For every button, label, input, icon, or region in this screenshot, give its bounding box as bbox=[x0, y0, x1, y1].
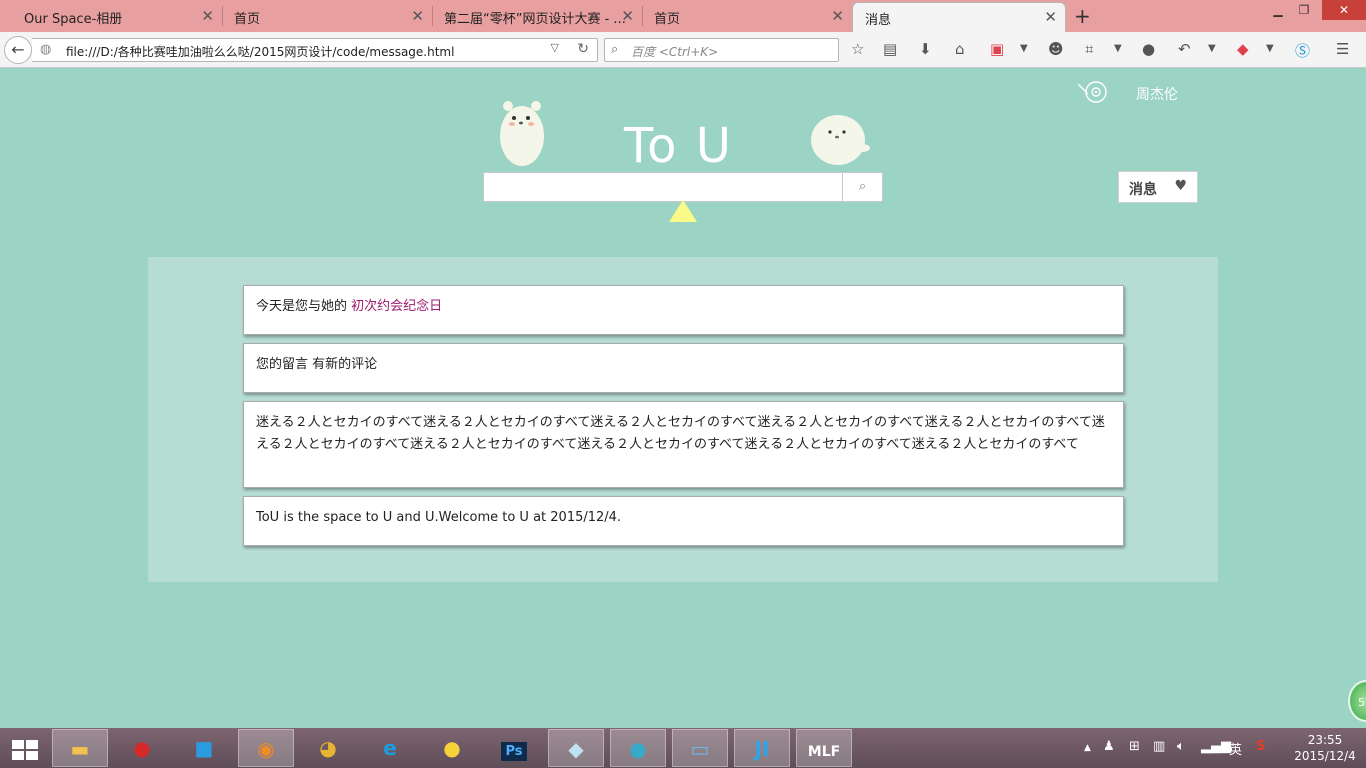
baofeng-icon[interactable]: ■ bbox=[176, 729, 232, 767]
close-icon[interactable]: ✕ bbox=[621, 7, 634, 25]
message-card[interactable]: 您的留言 有新的评论 bbox=[243, 343, 1124, 393]
reader-icon[interactable]: ▤ bbox=[883, 40, 897, 58]
internet-explorer-icon[interactable]: e bbox=[362, 729, 418, 767]
dropdown-icon[interactable]: ▽ bbox=[551, 41, 559, 54]
message-text: 今天是您与她的 bbox=[256, 299, 352, 314]
dropdown-icon[interactable]: ▼ bbox=[1020, 43, 1028, 54]
site-logo[interactable]: To U bbox=[624, 118, 733, 174]
tab-label: 消息 bbox=[865, 13, 892, 28]
message-highlight[interactable]: 初次约会纪念日 bbox=[351, 299, 442, 314]
message-text: ToU is the space to U and U.Welcome to U… bbox=[256, 510, 622, 525]
file-explorer-icon[interactable]: ▬ bbox=[52, 729, 108, 767]
restore-button[interactable]: ❐ bbox=[1292, 0, 1316, 20]
star-icon[interactable]: ☆ bbox=[851, 40, 864, 58]
windows-taskbar: ▬ ● ■ ◉ ◕ e ● Ps ◆ ● ▭ JI MLF ▲ ♟ ⊞ ▥ 🔈︎… bbox=[0, 728, 1366, 768]
firefox-icon[interactable]: ◉ bbox=[238, 729, 294, 767]
dropdown-icon[interactable]: ▼ bbox=[1208, 43, 1216, 54]
smiley-icon[interactable]: ☻ bbox=[1048, 40, 1064, 58]
heart-icon: ♥ bbox=[1174, 178, 1187, 194]
bird-app-icon[interactable]: ● bbox=[610, 729, 666, 767]
netease-music-icon[interactable]: ● bbox=[114, 729, 170, 767]
mlf-app-icon[interactable]: MLF bbox=[796, 729, 852, 767]
tab-contest[interactable]: 第二届“零杯”网页设计大赛 - ... ✕ bbox=[432, 2, 642, 32]
home-icon[interactable]: ⌂ bbox=[955, 40, 965, 58]
skype-icon[interactable]: Ⓢ bbox=[1295, 40, 1310, 61]
message-text: 您的留言 有新的评论 bbox=[256, 357, 378, 372]
qq-tray-icon[interactable]: ♟ bbox=[1103, 739, 1115, 754]
tab-our-space[interactable]: Our Space-相册 ✕ bbox=[0, 2, 222, 32]
close-icon[interactable]: ✕ bbox=[201, 7, 214, 25]
site-search-input[interactable] bbox=[484, 173, 842, 201]
close-icon[interactable]: ✕ bbox=[411, 7, 424, 25]
polar-bear-icon bbox=[500, 101, 544, 166]
back-icon[interactable]: ← bbox=[4, 36, 32, 64]
music-disc-icon[interactable] bbox=[1078, 80, 1108, 104]
tab-label: 第二届“零杯”网页设计大赛 - ... bbox=[444, 12, 626, 27]
pocket-icon[interactable]: ▣ bbox=[990, 40, 1004, 58]
dropdown-icon[interactable]: ▼ bbox=[1114, 43, 1122, 54]
float-badge[interactable]: 52 bbox=[1348, 680, 1366, 722]
seal-icon bbox=[811, 115, 870, 165]
taskbar-clock[interactable]: 23:55 2015/12/4 bbox=[1292, 732, 1358, 764]
minimize-button[interactable]: ▁ bbox=[1266, 0, 1290, 20]
chrome-icon[interactable]: ◕ bbox=[300, 729, 356, 767]
undo-icon[interactable]: ↶ bbox=[1178, 40, 1191, 58]
close-icon[interactable]: ✕ bbox=[1044, 8, 1057, 26]
menu-icon[interactable]: ☰ bbox=[1336, 40, 1349, 58]
search-icon: ⌕ bbox=[611, 42, 619, 57]
url-text: file:///D:/各种比赛哇加油啦么么哒/2015网页设计/code/mes… bbox=[66, 45, 455, 59]
tab-home-1[interactable]: 首页 ✕ bbox=[222, 2, 432, 32]
windows-start-icon[interactable] bbox=[10, 738, 40, 762]
qq-music-icon[interactable]: ● bbox=[424, 729, 480, 767]
address-bar[interactable]: ◍ file:///D:/各种比赛哇加油啦么么哒/2015网页设计/code/m… bbox=[32, 38, 598, 62]
tab-label: 首页 bbox=[234, 12, 261, 27]
window-close-button[interactable]: ✕ bbox=[1322, 0, 1366, 20]
clock-date: 2015/12/4 bbox=[1294, 749, 1356, 763]
message-card[interactable]: ToU is the space to U and U.Welcome to U… bbox=[243, 496, 1124, 546]
browser-search-box[interactable]: ⌕ 百度 <Ctrl+K> bbox=[604, 38, 839, 62]
chat-icon[interactable]: ● bbox=[1142, 40, 1155, 58]
input-language[interactable]: 英 bbox=[1229, 739, 1242, 758]
dropdown-icon[interactable]: ▼ bbox=[1266, 43, 1274, 54]
volume-icon[interactable]: 🔈︎ bbox=[1177, 739, 1185, 754]
user-name[interactable]: 周杰伦 bbox=[1136, 84, 1178, 104]
photo-viewer-icon[interactable]: ▭ bbox=[672, 729, 728, 767]
search-placeholder: 百度 <Ctrl+K> bbox=[631, 45, 719, 59]
notes-icon[interactable]: ◆ bbox=[548, 729, 604, 767]
tab-messages[interactable]: 消息 ✕ bbox=[852, 2, 1066, 32]
clock-time: 23:55 bbox=[1307, 733, 1343, 747]
globe-icon: ◍ bbox=[40, 42, 52, 57]
download-icon[interactable]: ⬇ bbox=[919, 40, 932, 58]
tab-label: Our Space-相册 bbox=[24, 12, 123, 27]
crop-icon[interactable]: ⌗ bbox=[1085, 40, 1093, 58]
tray-expand-icon[interactable]: ▲ bbox=[1084, 743, 1091, 753]
photoshop-icon[interactable]: Ps bbox=[486, 729, 542, 767]
browser-nav-bar: ← ◍ file:///D:/各种比赛哇加油啦么么哒/2015网页设计/code… bbox=[0, 32, 1366, 68]
close-icon[interactable]: ✕ bbox=[831, 7, 844, 25]
search-icon[interactable]: ⌕ bbox=[842, 173, 882, 201]
network-icon[interactable]: ▥ bbox=[1153, 739, 1165, 754]
new-tab-button[interactable]: + bbox=[1074, 4, 1091, 28]
sogou-input-icon[interactable]: S bbox=[1256, 739, 1265, 754]
messages-button[interactable]: 消息 ♥ bbox=[1118, 171, 1198, 203]
tab-label: 首页 bbox=[654, 12, 681, 27]
jetbrains-icon[interactable]: JI bbox=[734, 729, 790, 767]
message-card[interactable]: 迷える２人とセカイのすべて迷える２人とセカイのすべて迷える２人とセカイのすべて迷… bbox=[243, 401, 1124, 488]
message-text: 迷える２人とセカイのすべて迷える２人とセカイのすべて迷える２人とセカイのすべて迷… bbox=[256, 415, 1105, 452]
site-search-box: ⌕ bbox=[483, 172, 883, 202]
triangle-decoration bbox=[669, 200, 697, 222]
windows-tray-icon[interactable]: ⊞ bbox=[1129, 739, 1140, 754]
message-card[interactable]: 今天是您与她的 初次约会纪念日 bbox=[243, 285, 1124, 335]
browser-tab-strip: Our Space-相册 ✕ 首页 ✕ 第二届“零杯”网页设计大赛 - ... … bbox=[0, 0, 1366, 32]
addon-icon[interactable]: ◆ bbox=[1237, 40, 1249, 58]
reload-icon[interactable]: ↻ bbox=[577, 41, 589, 57]
signal-icon[interactable]: ▂▄▆ bbox=[1201, 739, 1231, 754]
messages-button-label: 消息 bbox=[1129, 182, 1157, 198]
tab-home-2[interactable]: 首页 ✕ bbox=[642, 2, 852, 32]
